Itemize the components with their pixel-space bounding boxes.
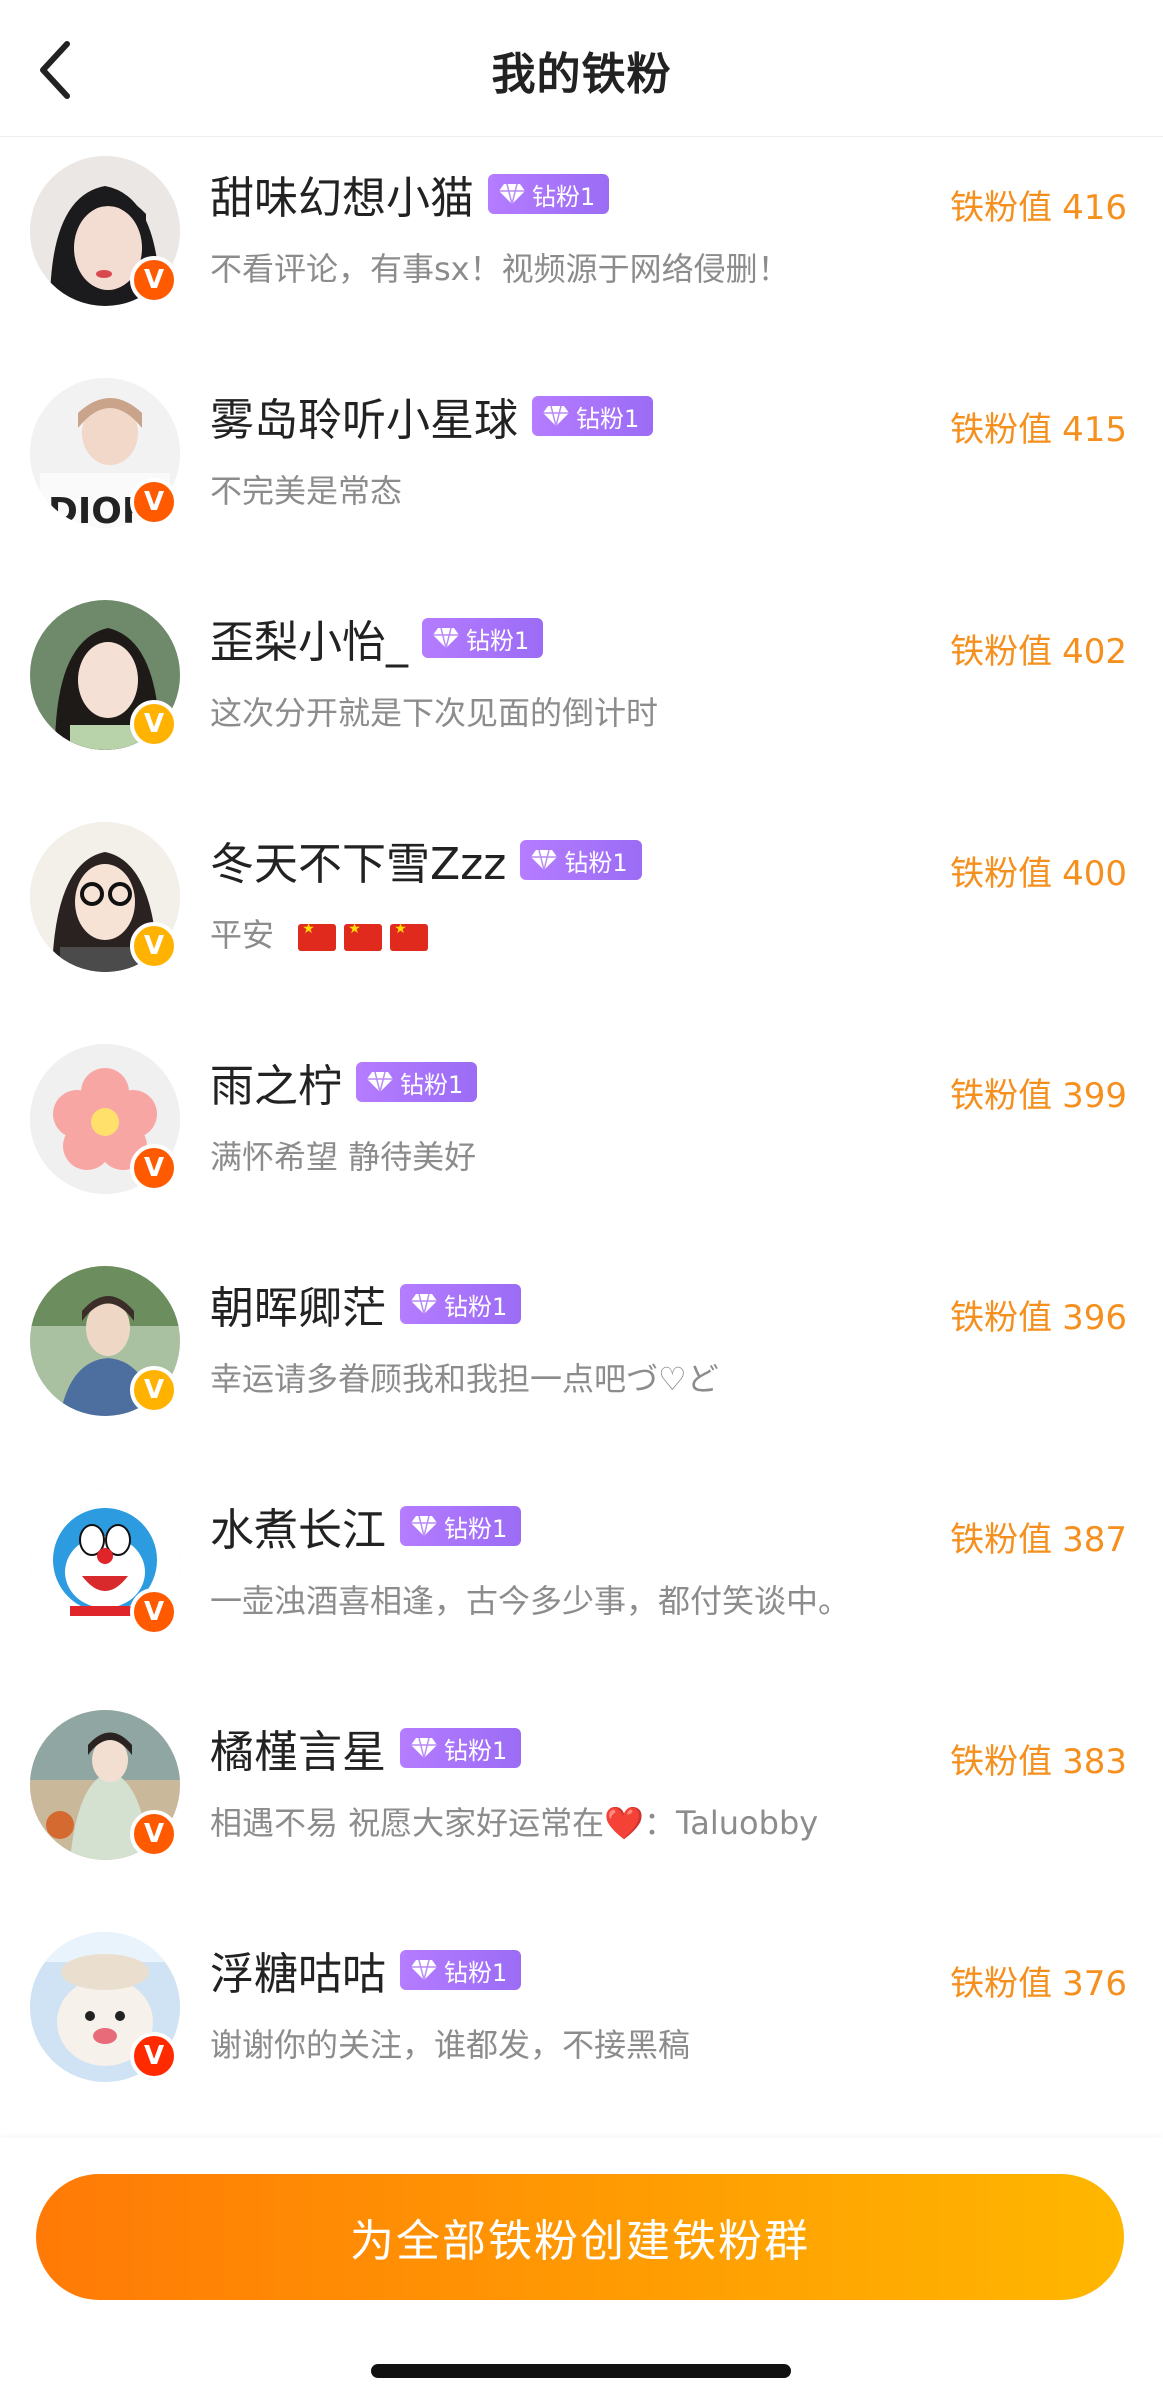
verified-icon: V (130, 2032, 178, 2080)
fan-score: 铁粉值 376 (950, 1964, 1127, 2004)
avatar[interactable]: V (30, 1044, 180, 1194)
fan-level-badge: 钻粉1 (488, 174, 610, 214)
diamond-icon (367, 1071, 393, 1093)
diamond-icon (411, 1515, 437, 1537)
diamond-icon (411, 1293, 437, 1315)
fan-row[interactable]: V 甜味幻想小猫 钻粉1 铁粉值 416 不看评论，有事sx！视频源于网络侵删！ (0, 136, 1163, 358)
fan-signature: 满怀希望 静待美好 (210, 1138, 477, 1176)
fan-name: 雾岛聆听小星球 (210, 395, 518, 446)
fan-signature: 一壶浊酒喜相逢，古今多少事，都付笑谈中。 (210, 1582, 851, 1620)
fan-score: 铁粉值 400 (950, 854, 1127, 894)
fan-row[interactable]: DIOR V 雾岛聆听小星球 钻粉1 铁粉值 415 不完美是常态 (0, 358, 1163, 580)
fan-row[interactable]: V 冬天不下雪Zzz 钻粉1 铁粉值 400 平安 (0, 802, 1163, 1024)
fan-row[interactable]: V 雨之柠 钻粉1 铁粉值 399 满怀希望 静待美好 (0, 1024, 1163, 1246)
fan-signature: 谢谢你的关注，谁都发，不接黑稿 (210, 2026, 691, 2064)
page-title: 我的铁粉 (491, 49, 672, 100)
verified-icon: V (130, 1588, 178, 1636)
fan-row[interactable]: V 橘槿言星 钻粉1 铁粉值 383 相遇不易 祝愿大家好运常在❤️：Taluob… (0, 1690, 1163, 1912)
avatar[interactable]: V (30, 1932, 180, 2082)
fan-name: 甜味幻想小猫 (210, 173, 474, 224)
china-flag-icon (344, 921, 383, 951)
fan-score: 铁粉值 399 (950, 1076, 1127, 1116)
fan-name: 浮糖咕咕 (210, 1949, 386, 2000)
fan-name: 橘槿言星 (210, 1727, 386, 1778)
fan-level-badge: 钻粉1 (400, 1506, 522, 1546)
diamond-icon (531, 849, 558, 871)
fan-level-badge: 钻粉1 (520, 840, 642, 880)
fan-name: 朝晖卿茫 (210, 1283, 386, 1334)
fan-name: 歪梨小怡_ (210, 617, 408, 668)
home-indicator[interactable] (371, 2364, 791, 2378)
avatar[interactable]: V (30, 822, 180, 972)
fan-row[interactable]: V 浮糖咕咕 钻粉1 铁粉值 376 谢谢你的关注，谁都发，不接黑稿 (0, 1912, 1163, 2134)
fan-signature: 不完美是常态 (210, 472, 403, 510)
china-flag-icon (298, 921, 337, 951)
avatar[interactable]: V (30, 1710, 180, 1860)
fan-row[interactable]: V 歪梨小怡_ 钻粉1 铁粉值 402 这次分开就是下次见面的倒计时 (0, 580, 1163, 802)
fan-level-badge: 钻粉1 (400, 1728, 522, 1768)
fan-level-badge: 钻粉1 (400, 1284, 522, 1324)
create-fan-group-button[interactable]: 为全部铁粉创建铁粉群 (36, 2174, 1124, 2300)
fan-score: 铁粉值 396 (950, 1298, 1127, 1338)
fan-list: V 甜味幻想小猫 钻粉1 铁粉值 416 不看评论，有事sx！视频源于网络侵删！ … (0, 136, 1163, 2134)
fan-score: 铁粉值 416 (950, 188, 1127, 228)
verified-icon: V (130, 1810, 178, 1858)
avatar[interactable]: DIOR V (30, 378, 180, 528)
verified-icon: V (130, 1144, 178, 1192)
nav-header: 我的铁粉 (0, 0, 1163, 137)
fan-signature: 不看评论，有事sx！视频源于网络侵删！ (210, 250, 790, 288)
fan-name: 雨之柠 (210, 1061, 342, 1112)
fan-level-badge: 钻粉1 (422, 618, 544, 658)
diamond-icon (499, 183, 525, 205)
diamond-icon (411, 1737, 437, 1759)
avatar[interactable]: V (30, 156, 180, 306)
diamond-icon (411, 1959, 437, 1981)
verified-icon: V (130, 478, 178, 526)
fan-level-badge: 钻粉1 (356, 1062, 478, 1102)
fan-score: 铁粉值 402 (950, 632, 1127, 672)
fan-signature: 这次分开就是下次见面的倒计时 (210, 694, 659, 732)
fan-signature: 平安 (210, 910, 429, 956)
verified-icon: V (130, 922, 178, 970)
avatar[interactable]: V (30, 1488, 180, 1638)
fan-level-badge: 钻粉1 (532, 396, 654, 436)
fan-name: 冬天不下雪Zzz (210, 839, 507, 890)
fan-score: 铁粉值 415 (950, 410, 1127, 450)
fan-level-badge: 钻粉1 (400, 1950, 522, 1990)
diamond-icon (543, 405, 569, 427)
verified-icon: V (130, 1366, 178, 1414)
bottom-bar: 为全部铁粉创建铁粉群 (0, 2138, 1163, 2396)
fan-score: 铁粉值 383 (950, 1742, 1127, 1782)
fan-row[interactable]: V 水煮长江 钻粉1 铁粉值 387 一壶浊酒喜相逢，古今多少事，都付笑谈中。 (0, 1468, 1163, 1690)
verified-icon: V (130, 256, 178, 304)
avatar[interactable]: V (30, 600, 180, 750)
diamond-icon (433, 627, 459, 649)
fan-name: 水煮长江 (210, 1505, 386, 1556)
fan-row[interactable]: V 朝晖卿茫 钻粉1 铁粉值 396 幸运请多眷顾我和我担一点吧づ♡ど (0, 1246, 1163, 1468)
fan-signature: 幸运请多眷顾我和我担一点吧づ♡ど (210, 1360, 719, 1398)
fan-score: 铁粉值 387 (950, 1520, 1127, 1560)
fan-signature: 相遇不易 祝愿大家好运常在❤️：Taluobby (210, 1804, 819, 1842)
avatar[interactable]: V (30, 1266, 180, 1416)
china-flag-icon (390, 921, 429, 951)
verified-icon: V (130, 700, 178, 748)
